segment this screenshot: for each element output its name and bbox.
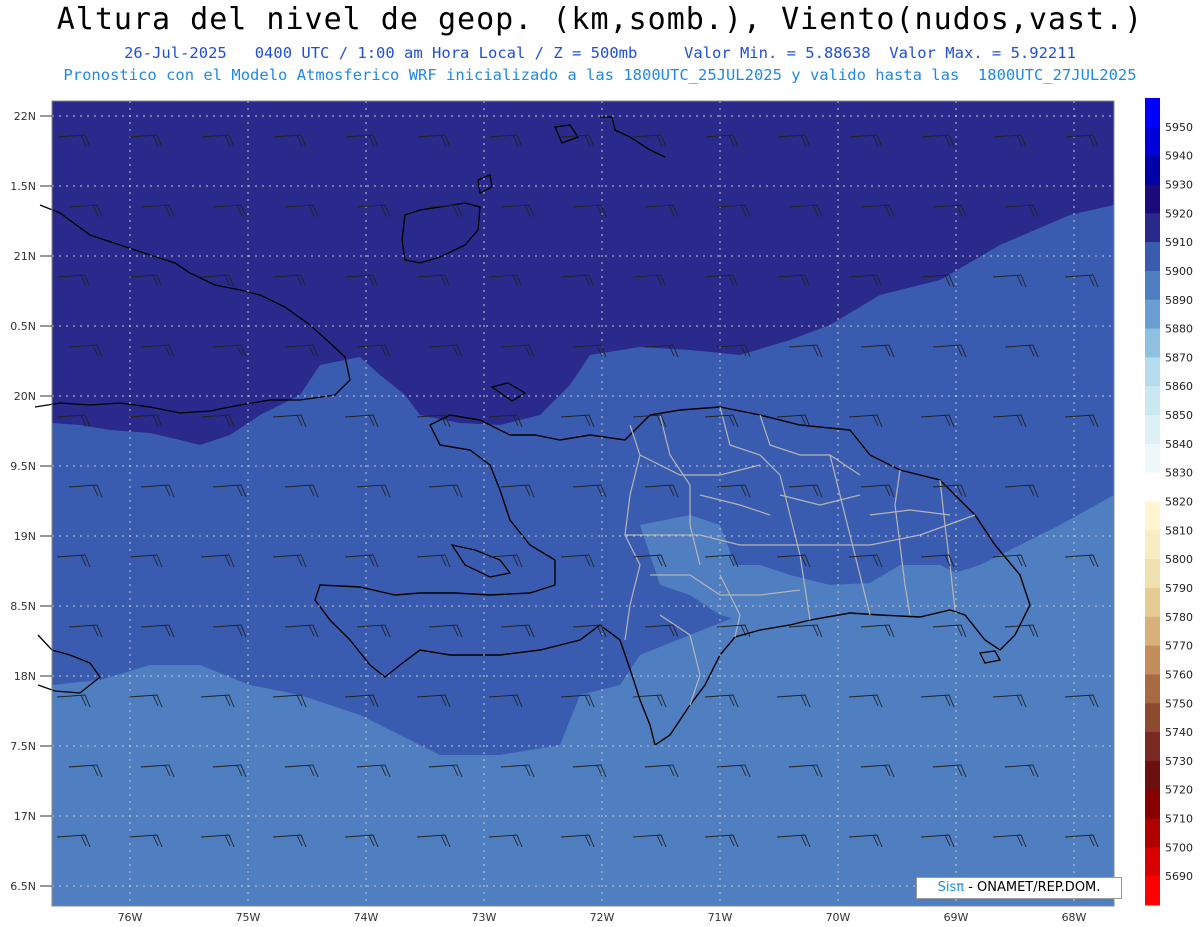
colorbar-level-label: 5710 (1165, 813, 1193, 826)
lon-label: 69W (944, 911, 969, 924)
colorbar-swatch (1145, 155, 1160, 185)
lon-label: 74W (354, 911, 379, 924)
colorbar-level-label: 5800 (1165, 553, 1193, 566)
colorbar-level-label: 5770 (1165, 640, 1193, 653)
colorbar-swatch (1145, 876, 1160, 906)
colorbar-swatch (1145, 760, 1160, 791)
subtitle-model-info: Pronostico con el Modelo Atmosferico WRF… (63, 66, 1137, 84)
colorbar-level-label: 5850 (1165, 409, 1193, 422)
colorbar: 5950 5940 5930 5920 5910 5900 5890 5880 5870 5860… (1145, 98, 1193, 906)
colorbar-swatch (1145, 732, 1160, 762)
colorbar-swatch (1145, 847, 1160, 877)
colorbar-level-label: 5790 (1165, 582, 1193, 595)
colorbar-level-label: 5700 (1165, 841, 1193, 854)
colorbar-swatch (1145, 703, 1160, 733)
lat-ticks (40, 115, 52, 887)
colorbar-swatch (1145, 299, 1160, 330)
colorbar-swatch (1145, 645, 1160, 675)
colorbar-swatch (1145, 357, 1160, 387)
credit-brand: Sisπ (937, 880, 965, 895)
lat-label: 0.5N (10, 320, 36, 333)
colorbar-level-label: 5930 (1165, 178, 1193, 191)
colorbar-level-label: 5890 (1165, 294, 1193, 307)
colorbar-level-label: 5730 (1165, 755, 1193, 768)
lon-label: 75W (236, 911, 261, 924)
colorbar-level-label: 5760 (1165, 668, 1193, 681)
colorbar-level-label: 5740 (1165, 726, 1193, 739)
colorbar-swatch (1145, 616, 1160, 647)
colorbar-swatch (1145, 386, 1160, 416)
colorbar-level-label: 5880 (1165, 323, 1193, 336)
colorbar-swatch (1145, 270, 1160, 301)
colorbar-level-label: 5860 (1165, 380, 1193, 393)
lat-label: 17N (14, 810, 36, 823)
lon-label: 73W (472, 911, 497, 924)
map-title: Altura del nivel de geop. (km,somb.), Vi… (56, 2, 1144, 37)
colorbar-swatch (1145, 328, 1160, 358)
lat-label: 19N (14, 530, 36, 543)
lon-label: 72W (590, 911, 615, 924)
lon-label: 70W (826, 911, 851, 924)
lon-label: 76W (118, 911, 143, 924)
colorbar-swatch (1145, 674, 1160, 704)
colorbar-level-label: 5900 (1165, 265, 1193, 278)
lat-label: 7.5N (10, 740, 36, 753)
lat-axis: 22N 1.5N 21N 0.5N 20N 9.5N 19N 8.5N 18N … (10, 110, 36, 893)
colorbar-level-label: 5720 (1165, 784, 1193, 797)
lat-label: 1.5N (10, 180, 36, 193)
colorbar-swatch (1145, 443, 1160, 474)
colorbar-level-label: 5940 (1165, 150, 1193, 163)
colorbar-level-label: 5780 (1165, 611, 1193, 624)
colorbar-swatch (1145, 242, 1160, 272)
lat-label: 9.5N (10, 460, 36, 473)
lat-label: 20N (14, 390, 36, 403)
colorbar-swatch (1145, 98, 1160, 128)
colorbar-swatches (1145, 98, 1160, 906)
colorbar-level-label: 5830 (1165, 467, 1193, 480)
colorbar-level-label: 5690 (1165, 870, 1193, 883)
colorbar-swatch (1145, 415, 1160, 445)
subtitle-valid-time: 26-Jul-2025 0400 UTC / 1:00 am Hora Loca… (124, 44, 1076, 62)
credit-box: Sisπ - ONAMET/REP.DOM. (916, 877, 1122, 899)
colorbar-swatch (1145, 213, 1160, 243)
lon-label: 71W (708, 911, 733, 924)
lat-label: 6.5N (10, 880, 36, 893)
colorbar-level-label: 5910 (1165, 236, 1193, 249)
colorbar-level-label: 5920 (1165, 207, 1193, 220)
lat-label: 22N (14, 110, 36, 123)
colorbar-level-label: 5840 (1165, 438, 1193, 451)
colorbar-level-label: 5950 (1165, 121, 1193, 134)
lat-label: 8.5N (10, 600, 36, 613)
lon-axis: 76W 75W 74W 73W 72W 71W 70W 69W 68W (118, 911, 1087, 924)
colorbar-level-label: 5870 (1165, 351, 1193, 364)
colorbar-swatch (1145, 184, 1160, 214)
credit-org: - ONAMET/REP.DOM. (968, 880, 1101, 895)
colorbar-level-label: 5810 (1165, 524, 1193, 537)
colorbar-swatch (1145, 501, 1160, 531)
colorbar-labels: 5950 5940 5930 5920 5910 5900 5890 5880 5870 5860… (1165, 121, 1193, 883)
lat-label: 21N (14, 250, 36, 263)
lat-label: 18N (14, 670, 36, 683)
lon-label: 68W (1062, 911, 1087, 924)
colorbar-swatch (1145, 472, 1160, 502)
colorbar-swatch (1145, 559, 1160, 589)
colorbar-level-label: 5820 (1165, 496, 1193, 509)
colorbar-swatch (1145, 818, 1160, 848)
geopotential-map: 76W 75W 74W 73W 72W 71W 70W 69W 68W 22N … (10, 100, 1115, 924)
colorbar-level-label: 5750 (1165, 697, 1193, 710)
colorbar-swatch (1145, 587, 1160, 618)
colorbar-swatch (1145, 126, 1160, 157)
colorbar-swatch (1145, 530, 1160, 560)
colorbar-swatch (1145, 789, 1160, 820)
